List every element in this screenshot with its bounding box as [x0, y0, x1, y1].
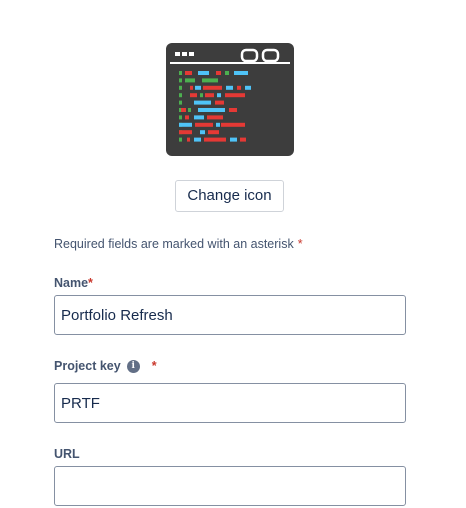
code-line-segment: [185, 115, 189, 120]
code-line-segment: [179, 100, 182, 105]
code-line-segment: [188, 108, 191, 112]
code-line-segment: [240, 137, 246, 142]
required-asterisk: *: [297, 237, 303, 251]
code-line-segment: [179, 137, 182, 142]
code-line-segment: [229, 108, 237, 112]
name-required-asterisk: *: [88, 276, 93, 290]
name-input[interactable]: [54, 295, 406, 335]
code-line-segment: [230, 137, 237, 142]
code-line-segment: [234, 71, 248, 75]
code-line-segment: [200, 130, 205, 135]
code-line-segment: [204, 137, 226, 142]
url-input[interactable]: [54, 466, 406, 506]
code-line-segment: [195, 85, 201, 90]
project-key-required-asterisk: *: [151, 359, 157, 373]
info-icon[interactable]: i: [126, 359, 140, 373]
code-line-segment: [208, 130, 219, 135]
change-icon-button[interactable]: Change icon: [175, 180, 284, 212]
code-line-segment: [187, 137, 190, 142]
code-line-segment: [190, 85, 193, 90]
url-label-text: URL: [54, 447, 80, 461]
code-line-segment: [190, 93, 197, 98]
project-key-input[interactable]: [54, 383, 406, 423]
code-line-segment: [202, 78, 218, 83]
code-line-segment: [205, 93, 214, 98]
code-line-segment: [194, 137, 201, 142]
code-line-segment: [194, 115, 204, 120]
code-line-segment: [216, 71, 221, 75]
code-line-segment: [179, 130, 192, 135]
code-line-segment: [217, 93, 221, 98]
code-line-segment: [179, 93, 182, 98]
project-key-label: Project key i *: [54, 359, 157, 373]
code-line-segment: [237, 85, 241, 90]
code-line-segment: [216, 122, 220, 127]
code-line-segment: [181, 108, 186, 112]
name-label-text: Name: [54, 276, 89, 290]
code-line-segment: [198, 108, 225, 112]
code-line-segment: [225, 93, 245, 98]
project-key-label-text: Project key: [54, 359, 121, 373]
code-line-segment: [245, 85, 251, 90]
code-line-segment: [226, 85, 233, 90]
code-line-segment: [179, 85, 182, 90]
code-line-segment: [179, 122, 192, 127]
name-label: Name *: [54, 276, 93, 290]
code-line-segment: [185, 78, 195, 83]
required-fields-note: Required fields are marked with an aster…: [54, 237, 303, 251]
code-line-segment: [203, 85, 222, 90]
code-line-segment: [207, 115, 223, 120]
code-window-icon: [166, 43, 294, 156]
required-note-text: Required fields are marked with an aster…: [54, 237, 294, 251]
code-line-segment: [179, 78, 182, 83]
code-line-segment: [225, 71, 229, 75]
code-line-segment: [198, 71, 209, 75]
code-line-segment: [221, 122, 245, 127]
code-line-segment: [215, 100, 224, 105]
code-line-segment: [194, 100, 211, 105]
code-line-segment: [200, 93, 203, 98]
code-line-segment: [185, 71, 192, 75]
code-line-segment: [195, 122, 213, 127]
code-line-segment: [179, 71, 182, 75]
url-label: URL: [54, 447, 80, 461]
code-line-segment: [179, 115, 182, 120]
